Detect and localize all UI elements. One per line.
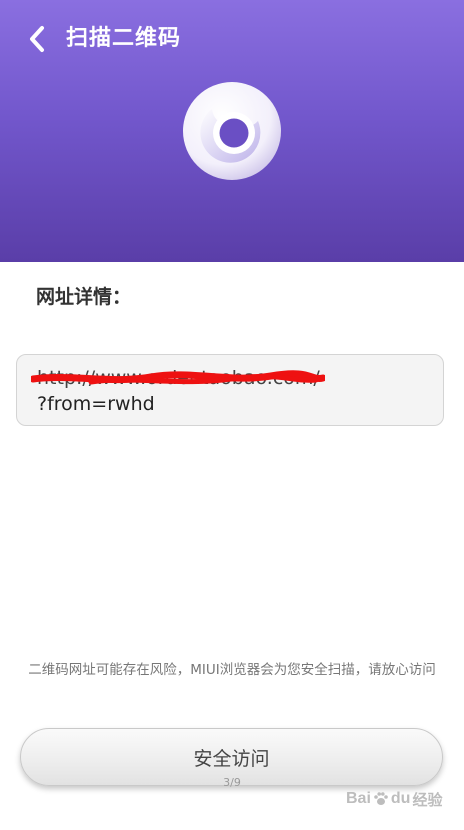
risk-notice: 二维码网址可能存在风险，MIUI浏览器会为您安全扫描，请放心访问 [28,662,436,678]
miui-browser-logo-icon [183,82,281,180]
redaction-scribble [31,370,325,385]
baidu-jingyan-watermark: Bai du 经验 [346,786,456,812]
back-button[interactable] [20,22,54,56]
url-line2-text: ?from=rwhd [37,393,155,415]
url-line-redacted: http://www.order.taobao.com/ [31,365,423,391]
url-details-box: http://www.order.taobao.com/ ?from=rwhd [16,354,444,426]
watermark-brand-suffix: du [390,790,411,807]
header-bar: 扫描二维码 [0,0,464,262]
scan-qr-screen: 扫描二维码 网址详情： http://www.order.taobao.com/… [0,0,464,830]
watermark-jingyan: 经验 [412,791,443,809]
url-details-label: 网址详情： [36,286,132,308]
safe-visit-label: 安全访问 [193,747,270,770]
watermark-brand: Bai [346,790,371,807]
page-indicator: 3/9 [223,776,241,789]
page-title: 扫描二维码 [66,26,182,51]
paw-icon [374,792,388,805]
chevron-left-icon [30,26,44,52]
